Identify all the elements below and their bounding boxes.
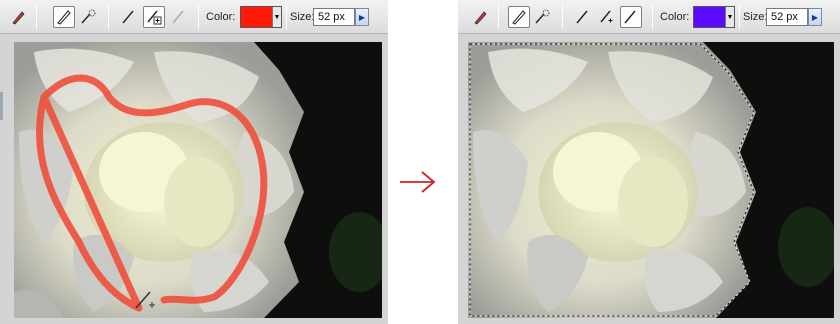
color-label: Color: <box>206 11 236 23</box>
size-input[interactable]: 52 px <box>313 8 355 26</box>
toolbar-separator <box>198 5 199 29</box>
toolbar-separator <box>286 5 287 29</box>
brush-options-bar: Color: ▼ Size: 52 px ▶ <box>0 0 388 34</box>
arrow-right-icon <box>398 168 438 196</box>
toolbar-separator <box>652 5 653 29</box>
photo-canvas-before[interactable] <box>14 42 382 318</box>
photo-canvas-after[interactable] <box>468 42 834 318</box>
right-editor-panel: Color: ▼ Size: 52 px ▶ <box>458 0 840 324</box>
toolbar-separator <box>36 5 37 29</box>
brush-tool-icon[interactable] <box>470 6 492 28</box>
color-picker[interactable]: ▼ <box>693 6 735 28</box>
size-label: Size: <box>290 11 315 23</box>
chevron-down-icon[interactable]: ▼ <box>725 7 734 27</box>
color-picker[interactable]: ▼ <box>240 6 282 28</box>
pencil-icon[interactable] <box>572 6 594 28</box>
add-brush-icon[interactable] <box>143 6 165 28</box>
toolbar-separator <box>739 5 740 29</box>
toolbar-separator <box>562 5 563 29</box>
color-label: Color: <box>660 11 690 23</box>
color-swatch[interactable] <box>241 7 273 27</box>
color-swatch[interactable] <box>694 7 726 27</box>
brush-options-bar: Color: ▼ Size: 52 px ▶ <box>458 0 840 34</box>
size-spin-arrow-icon[interactable]: ▶ <box>808 8 822 26</box>
size-spin-arrow-icon[interactable]: ▶ <box>355 8 369 26</box>
impressionist-brush-icon[interactable] <box>77 6 99 28</box>
subtract-brush-icon[interactable] <box>168 6 190 28</box>
pencil-icon[interactable] <box>118 6 140 28</box>
brush-mode-icon[interactable] <box>508 6 530 28</box>
toolbar-separator <box>108 5 109 29</box>
brush-mode-icon[interactable] <box>53 6 75 28</box>
impressionist-brush-icon[interactable] <box>531 6 553 28</box>
chevron-down-icon[interactable]: ▼ <box>272 7 281 27</box>
add-brush-icon[interactable] <box>596 6 618 28</box>
toolbar-separator <box>498 5 499 29</box>
size-input[interactable]: 52 px <box>766 8 808 26</box>
left-editor-panel: Color: ▼ Size: 52 px ▶ <box>0 0 388 324</box>
brush-tool-icon[interactable] <box>8 6 30 28</box>
size-label: Size: <box>743 11 768 23</box>
side-ruler <box>0 92 3 120</box>
subtract-brush-icon[interactable] <box>620 6 642 28</box>
